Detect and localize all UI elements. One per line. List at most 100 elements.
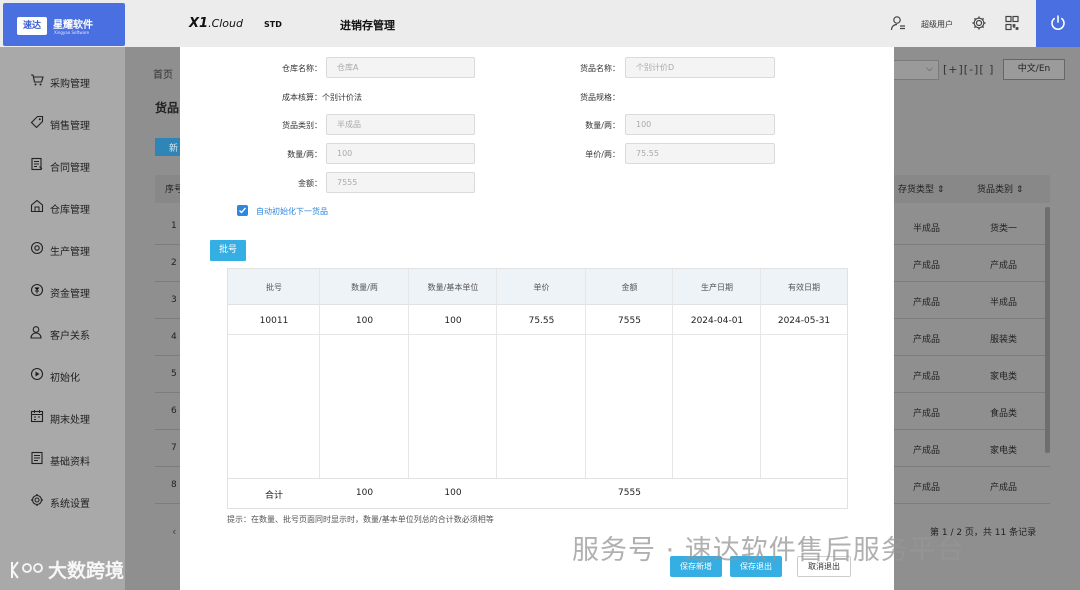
power-icon	[1051, 15, 1065, 30]
goods-name-field[interactable]: 个别计价D	[625, 57, 775, 78]
sidebar-item-label: 采购管理	[50, 79, 90, 90]
sidebar-item-base-data[interactable]: 基础资料	[0, 444, 125, 474]
warehouse-label: 仓库名称：	[282, 64, 322, 73]
grid-column-divider	[586, 269, 673, 508]
goods-init-dialog: 仓库名称： 仓库A 货品名称： 个别计价D 成本核算： 个别计价法 货品规格： …	[180, 47, 894, 590]
watermark-brand: 大数跨境	[48, 560, 125, 582]
grid-cell-price[interactable]: 75.55	[497, 316, 586, 326]
qrcode-icon[interactable]	[1004, 15, 1020, 31]
customer-icon	[30, 326, 42, 339]
auto-init-label[interactable]: 自动初始化下一货品	[256, 206, 328, 217]
warehouse-field[interactable]: 仓库A	[326, 57, 475, 78]
table-scrollbar[interactable]	[1045, 207, 1050, 453]
logout-button[interactable]	[1036, 0, 1080, 47]
sidebar-item-label: 仓库管理	[50, 205, 90, 216]
grid-cell-batch[interactable]: 10011	[228, 316, 320, 326]
chevron-down-icon: ⌵	[926, 64, 933, 74]
sidebar-item-label: 期末处理	[50, 415, 90, 426]
sidebar-item-contract[interactable]: 合同管理	[0, 150, 125, 180]
grid-cell-production-date[interactable]: 2024-04-01	[673, 316, 761, 326]
row-number: 2	[171, 258, 177, 268]
grid-cell-amount[interactable]: 7555	[586, 316, 673, 326]
qty-field-left[interactable]: 100	[326, 143, 475, 164]
grid-footer-amount: 7555	[618, 488, 641, 498]
chevron-left-icon[interactable]: ‹	[172, 525, 176, 538]
production-icon	[30, 241, 44, 255]
stock-type-cell: 产成品	[913, 483, 941, 493]
settings-icon	[31, 494, 43, 506]
page-title: 货品	[155, 101, 180, 115]
cost-method-label: 成本核算：	[282, 93, 322, 102]
breadcrumb[interactable]: 首页	[153, 66, 173, 81]
hint-text: 提示：在数量、批号页面同时显示时，数量/基本单位列总的合计数必须相等	[227, 515, 494, 524]
sidebar-item-label: 客户关系	[50, 331, 90, 342]
stock-type-cell: 产成品	[913, 446, 941, 456]
new-button-label: 新	[169, 144, 179, 154]
sidebar-item-label: 生产管理	[50, 247, 90, 258]
stock-type-cell: 产成品	[913, 298, 941, 308]
auto-init-checkbox[interactable]	[237, 205, 248, 216]
category-cell: 半成品	[990, 298, 1018, 308]
brand-suffix: .Cloud	[208, 17, 243, 30]
stock-type-header-label: 存货类型	[898, 185, 935, 195]
contract-icon	[31, 157, 43, 171]
document-icon	[31, 451, 43, 465]
stock-type-cell: 半成品	[913, 224, 941, 234]
tab-batch[interactable]: 批号	[210, 240, 246, 261]
language-button[interactable]: 中文/En	[1003, 59, 1065, 80]
row-number: 1	[171, 221, 177, 231]
grid-row-divider	[228, 334, 847, 335]
qty-field-right[interactable]: 100	[625, 114, 775, 135]
price-field[interactable]: 75.55	[625, 143, 775, 164]
app-logo[interactable]: 速达 星耀软件 Xingyao Software	[3, 3, 125, 46]
user-label[interactable]: 超级用户	[921, 19, 953, 30]
goods-category-label: 货品类别：	[282, 121, 322, 130]
row-number: 7	[171, 443, 177, 453]
sidebar-item-period-end[interactable]: 期末处理	[0, 402, 125, 432]
sidebar-item-warehouse[interactable]: 仓库管理	[0, 192, 125, 222]
sidebar-item-funds[interactable]: 资金管理	[0, 276, 125, 306]
filter-select[interactable]: ⌵	[887, 60, 939, 80]
goods-category-field[interactable]: 半成品	[326, 114, 475, 135]
goods-category-header[interactable]: 货品类别 ⇕	[977, 182, 1023, 195]
grid-cell-qty-base[interactable]: 100	[409, 316, 497, 326]
qty-label-right: 数量/两：	[585, 121, 620, 130]
cost-method-value: 个别计价法	[322, 93, 362, 102]
grid-header-expiry-date: 有效日期	[788, 283, 820, 292]
product-brand: X1.Cloud	[189, 16, 243, 31]
amount-field[interactable]: 7555	[326, 172, 475, 193]
sidebar-item-init[interactable]: 初始化	[0, 360, 125, 390]
row-number: 3	[171, 295, 177, 305]
grid-cell-qty[interactable]: 100	[320, 316, 409, 326]
user-icon[interactable]	[890, 15, 906, 31]
category-cell: 食品类	[990, 409, 1018, 419]
check-icon	[239, 207, 247, 214]
brand-main: X1	[189, 16, 209, 31]
grid-footer: 合计 100 100 7555	[228, 478, 847, 508]
amount-label: 金额：	[298, 179, 322, 188]
grid-column-divider	[409, 269, 497, 508]
category-cell: 服装类	[990, 335, 1018, 345]
sidebar-item-customer[interactable]: 客户关系	[0, 318, 125, 348]
sidebar-item-purchase[interactable]: 采购管理	[0, 66, 125, 96]
logo-subtitle: Xingyao Software	[54, 30, 90, 35]
row-number: 8	[171, 480, 177, 490]
sidebar-item-sales[interactable]: 销售管理	[0, 108, 125, 138]
sidebar-item-production[interactable]: 生产管理	[0, 234, 125, 264]
view-tools[interactable]: [+][-][ ]	[943, 63, 994, 76]
sidebar-item-settings[interactable]: 系统设置	[0, 486, 125, 516]
grid-header-batch: 批号	[266, 283, 282, 292]
watermark-service-account: 服务号 · 速达软件售后服务平台	[572, 535, 965, 566]
stock-type-header[interactable]: 存货类型 ⇕	[898, 182, 944, 195]
calendar-icon	[30, 410, 44, 423]
grid-cell-expiry-date[interactable]: 2024-05-31	[761, 316, 847, 326]
sidebar-item-label: 合同管理	[50, 163, 90, 174]
edition-label: STD	[264, 20, 282, 29]
spec-label: 货品规格：	[580, 93, 620, 102]
grid-footer-qty-base: 100	[444, 488, 462, 498]
logo-badge: 速达	[17, 17, 47, 35]
gear-icon[interactable]	[971, 15, 987, 31]
row-number: 5	[171, 369, 177, 379]
batch-grid: 批号 数量/两 数量/基本单位 单价 金额 生产日期 有效日期 10011 10…	[227, 268, 848, 509]
category-cell: 家电类	[990, 372, 1018, 382]
